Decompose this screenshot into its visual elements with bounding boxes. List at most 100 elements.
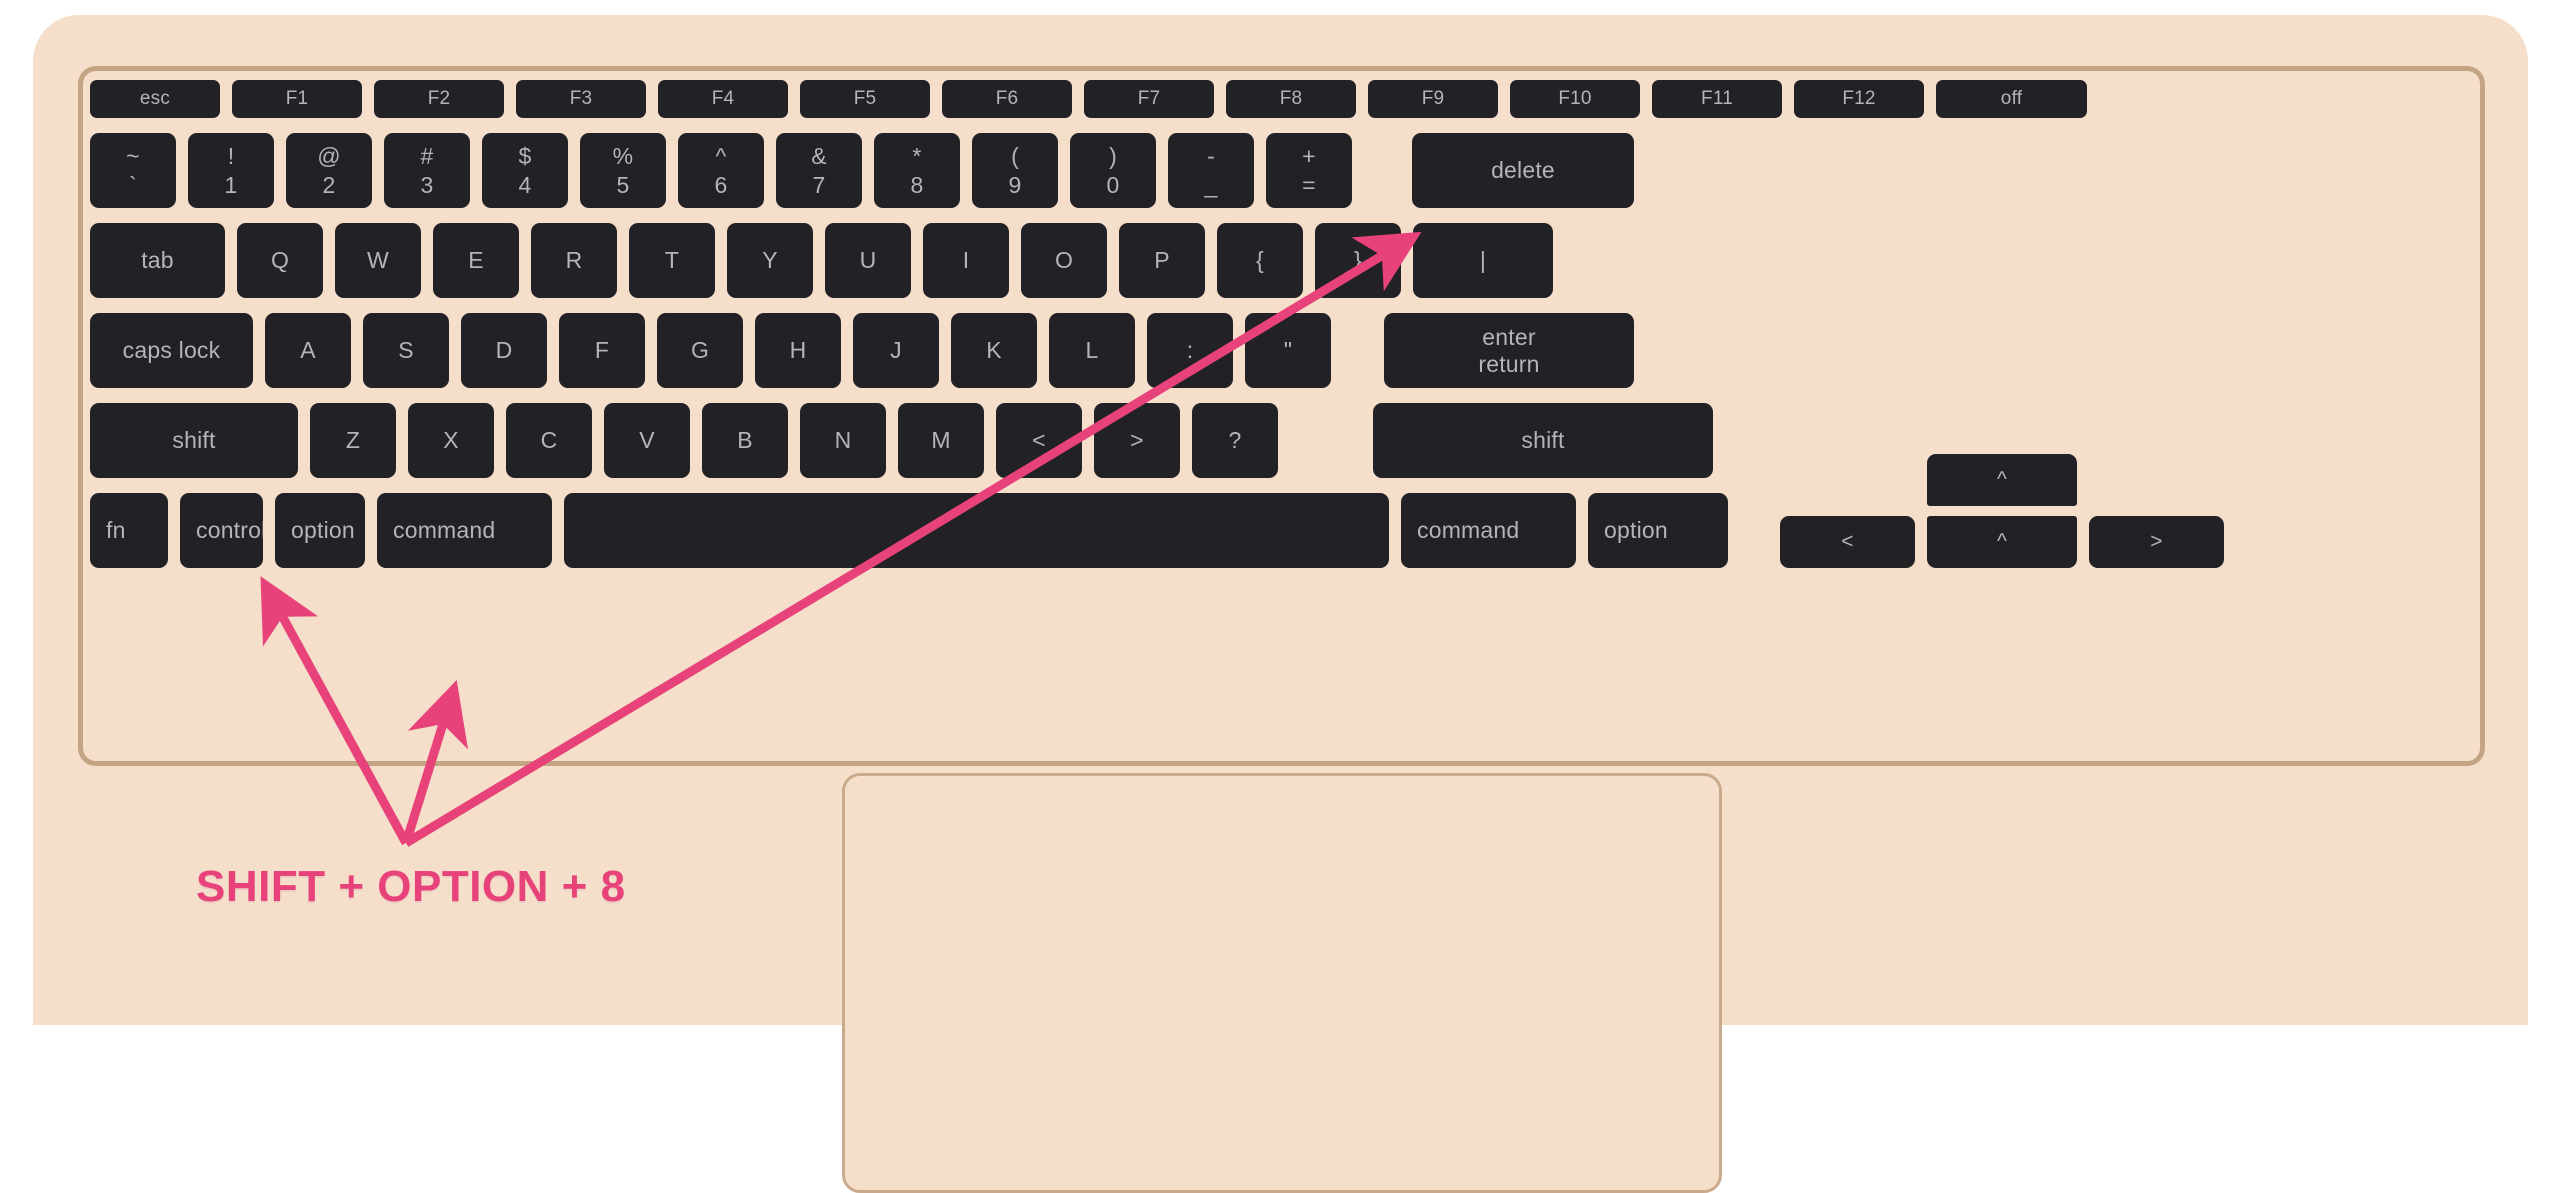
trackpad[interactable] xyxy=(842,773,1722,1193)
key-label: W xyxy=(367,247,389,274)
key-quote[interactable]: " xyxy=(1245,313,1331,388)
key-e[interactable]: E xyxy=(433,223,519,298)
key-u[interactable]: U xyxy=(825,223,911,298)
key-f2[interactable]: F2 xyxy=(374,80,504,118)
key-l[interactable]: L xyxy=(1049,313,1135,388)
key-s[interactable]: S xyxy=(363,313,449,388)
key-left-shift[interactable]: shift xyxy=(90,403,298,478)
key-label: F6 xyxy=(995,88,1019,110)
key-4[interactable]: $4 xyxy=(482,133,568,208)
key-label-top: # xyxy=(420,142,434,169)
key-label: M xyxy=(931,427,951,454)
key-t[interactable]: T xyxy=(629,223,715,298)
key-label-top: ^ xyxy=(715,142,727,169)
key-y[interactable]: Y xyxy=(727,223,813,298)
key-f[interactable]: F xyxy=(559,313,645,388)
key-f4[interactable]: F4 xyxy=(658,80,788,118)
key-q[interactable]: Q xyxy=(237,223,323,298)
key-label: X xyxy=(443,427,459,454)
key-space[interactable] xyxy=(564,493,1389,568)
key-label-top: + xyxy=(1302,142,1316,169)
key-left-option[interactable]: option xyxy=(275,493,365,568)
key-5[interactable]: % 5 xyxy=(580,133,666,208)
home-row: caps lock A S D F G H J K L : " enter re… xyxy=(90,313,2475,388)
key-label-bottom: _ xyxy=(1204,172,1218,198)
key-9[interactable]: (9 xyxy=(972,133,1058,208)
key-f1[interactable]: F1 xyxy=(232,80,362,118)
key-f9[interactable]: F9 xyxy=(1368,80,1498,118)
key-esc[interactable]: esc xyxy=(90,80,220,118)
key-arrow-left[interactable]: < xyxy=(1780,516,1915,568)
key-7[interactable]: & 7 xyxy=(776,133,862,208)
key-arrow-down[interactable]: ^ xyxy=(1927,516,2077,568)
key-label: shift xyxy=(1521,427,1565,454)
key-0[interactable]: ) 0 xyxy=(1070,133,1156,208)
key-a[interactable]: A xyxy=(265,313,351,388)
key-x[interactable]: X xyxy=(408,403,494,478)
key-n[interactable]: N xyxy=(800,403,886,478)
key-arrow-up[interactable]: ^ xyxy=(1927,454,2077,506)
key-r[interactable]: R xyxy=(531,223,617,298)
key-backtick[interactable]: ~ ` xyxy=(90,133,176,208)
key-semicolon[interactable]: : xyxy=(1147,313,1233,388)
key-f5[interactable]: F5 xyxy=(800,80,930,118)
key-f3[interactable]: F3 xyxy=(516,80,646,118)
key-o[interactable]: O xyxy=(1021,223,1107,298)
key-j[interactable]: J xyxy=(853,313,939,388)
key-3[interactable]: #3 xyxy=(384,133,470,208)
key-label-bottom: 4 xyxy=(518,172,532,198)
key-d[interactable]: D xyxy=(461,313,547,388)
key-equal[interactable]: + = xyxy=(1266,133,1352,208)
key-w[interactable]: W xyxy=(335,223,421,298)
key-8[interactable]: * 8 xyxy=(874,133,960,208)
key-f12[interactable]: F12 xyxy=(1794,80,1924,118)
key-label: G xyxy=(690,337,710,364)
number-row: ~ ` ! 1 @2 #3 $4 % 5 ^ 6 & 7 * 8 (9 ) 0 - _ + = xyxy=(90,133,2475,208)
key-return[interactable]: enter return xyxy=(1384,313,1634,388)
key-g[interactable]: G xyxy=(657,313,743,388)
key-k[interactable]: K xyxy=(951,313,1037,388)
key-v[interactable]: V xyxy=(604,403,690,478)
key-right-command[interactable]: command xyxy=(1401,493,1576,568)
key-right-option[interactable]: option xyxy=(1588,493,1728,568)
key-right-bracket[interactable]: } xyxy=(1315,223,1401,298)
key-2[interactable]: @2 xyxy=(286,133,372,208)
key-comma[interactable]: < xyxy=(996,403,1082,478)
key-z[interactable]: Z xyxy=(310,403,396,478)
key-p[interactable]: P xyxy=(1119,223,1205,298)
key-label: option xyxy=(1604,517,1668,544)
key-h[interactable]: H xyxy=(755,313,841,388)
key-period[interactable]: > xyxy=(1094,403,1180,478)
key-f7[interactable]: F7 xyxy=(1084,80,1214,118)
key-f11[interactable]: F11 xyxy=(1652,80,1782,118)
key-right-shift[interactable]: shift xyxy=(1373,403,1713,478)
key-left-command[interactable]: command xyxy=(377,493,552,568)
key-left-control[interactable]: control xyxy=(180,493,263,568)
key-label: | xyxy=(1479,247,1487,274)
key-arrow-right[interactable]: > xyxy=(2089,516,2224,568)
key-off[interactable]: off xyxy=(1936,80,2087,118)
key-f8[interactable]: F8 xyxy=(1226,80,1356,118)
key-label-top: @ xyxy=(317,142,341,169)
key-backslash[interactable]: | xyxy=(1413,223,1553,298)
key-m[interactable]: M xyxy=(898,403,984,478)
key-label: F9 xyxy=(1421,88,1445,110)
key-fn[interactable]: fn xyxy=(90,493,168,568)
key-label: command xyxy=(393,517,496,544)
key-slash[interactable]: ? xyxy=(1192,403,1278,478)
key-c[interactable]: C xyxy=(506,403,592,478)
key-delete[interactable]: delete xyxy=(1412,133,1634,208)
key-caps-lock[interactable]: caps lock xyxy=(90,313,253,388)
key-label: } xyxy=(1354,247,1362,274)
key-f6[interactable]: F6 xyxy=(942,80,1072,118)
key-minus[interactable]: - _ xyxy=(1168,133,1254,208)
key-tab[interactable]: tab xyxy=(90,223,225,298)
key-i[interactable]: I xyxy=(923,223,1009,298)
key-label: J xyxy=(890,337,902,364)
key-b[interactable]: B xyxy=(702,403,788,478)
keyboard-key-grid: esc F1 F2 F3 F4 F5 F6 F7 F8 F9 F10 F11 F… xyxy=(90,80,2475,568)
key-f10[interactable]: F10 xyxy=(1510,80,1640,118)
key-left-bracket[interactable]: { xyxy=(1217,223,1303,298)
key-6[interactable]: ^ 6 xyxy=(678,133,764,208)
key-1[interactable]: ! 1 xyxy=(188,133,274,208)
